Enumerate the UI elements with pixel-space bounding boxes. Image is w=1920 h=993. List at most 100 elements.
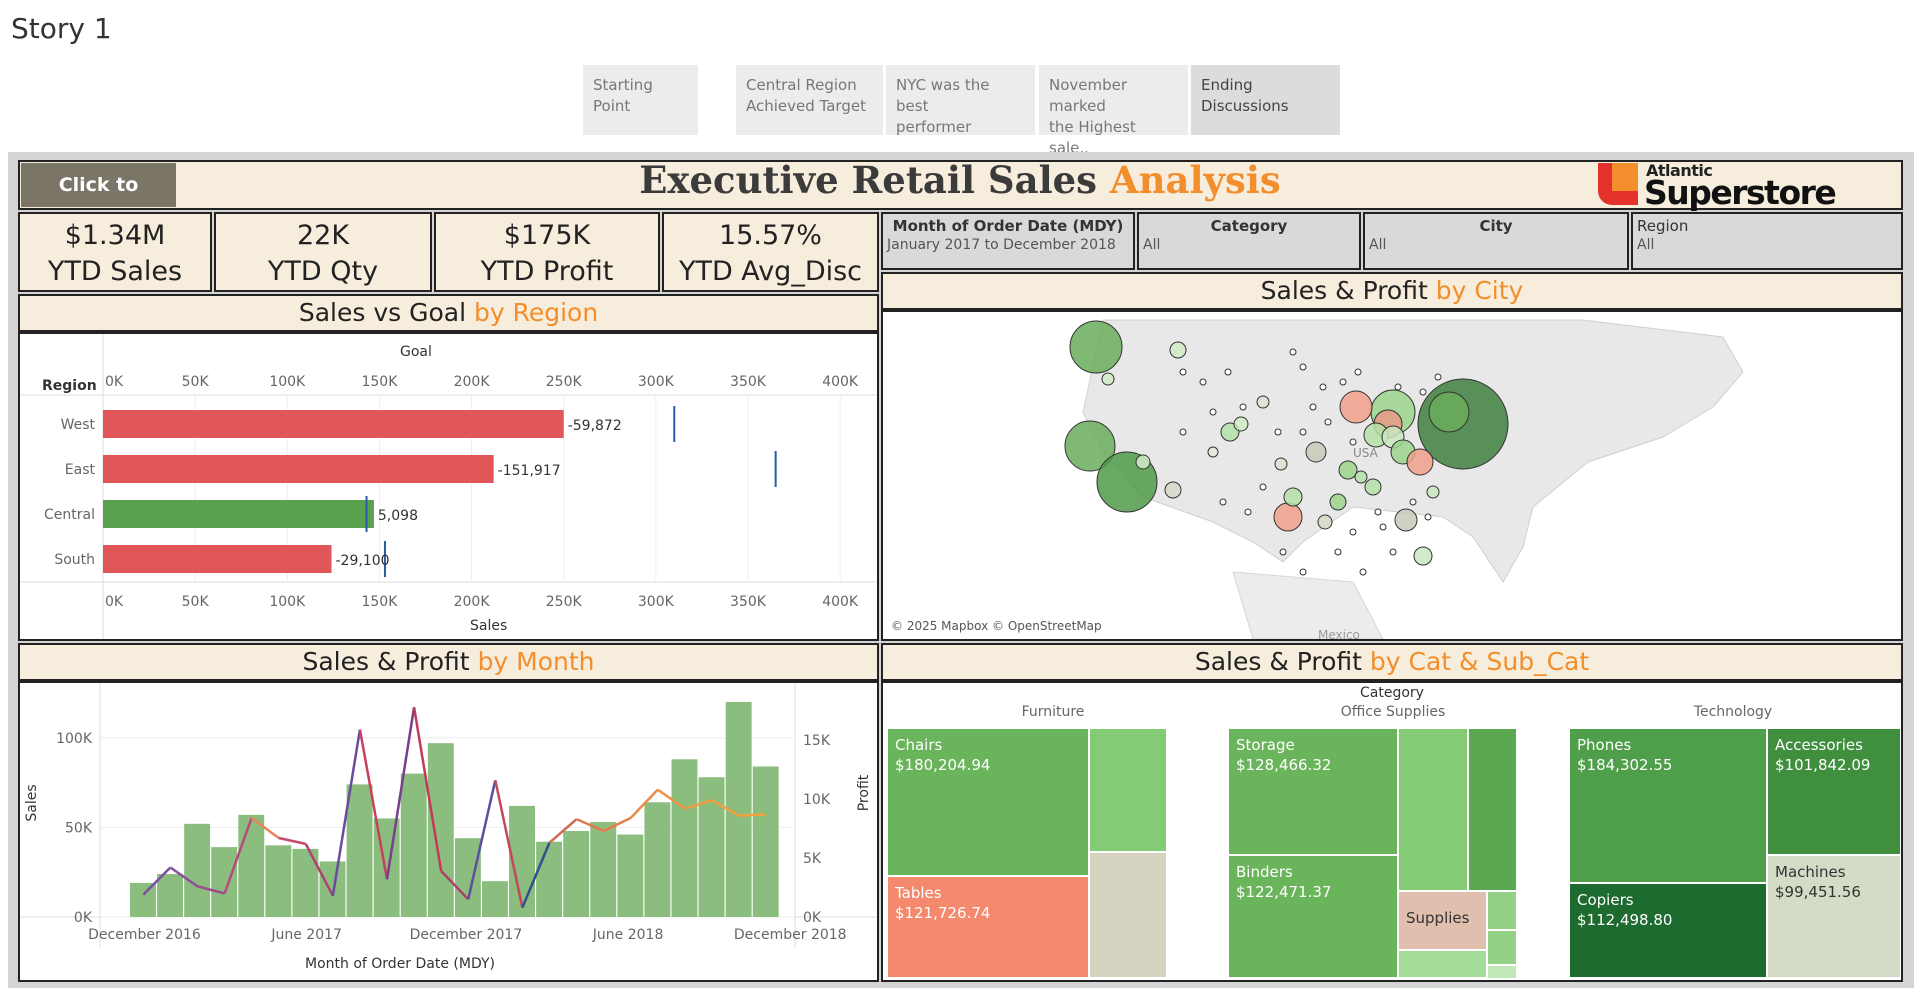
city-bubble — [1428, 391, 1470, 433]
treemap-cell-supplies[interactable]: Supplies — [1399, 892, 1486, 949]
top-tick-label: 50K — [182, 374, 210, 390]
difference-label: -29,100 — [336, 553, 390, 569]
y2-tick-label: 5K — [803, 851, 822, 867]
sales-vs-goal-chart: Goal Region Sales 0K 0K 50K 50K 100K 100K 150K 150… — [20, 334, 877, 639]
sales-bar — [265, 845, 292, 917]
region-panel-header: Sales vs Goal by Region — [18, 294, 879, 332]
region-label: East — [65, 462, 96, 478]
filter-month-of-order-date[interactable]: Month of Order Date (MDY) January 2017 to… — [881, 212, 1135, 270]
sales-bar — [698, 777, 725, 917]
treemap-cell-furniture-small[interactable] — [1090, 853, 1166, 977]
sales-axis-title: Sales — [470, 618, 507, 634]
city-bubble — [1164, 481, 1182, 499]
sales-bar — [536, 841, 563, 917]
y2-tick-label: 15K — [803, 733, 831, 749]
city-map-panel[interactable]: USA Mexico © 2025 Mapbox © OpenStreetMap — [881, 310, 1903, 642]
city-bubble — [1317, 514, 1333, 530]
kpi-ytd-qty: 22K YTD Qty — [214, 212, 432, 292]
city-bubble — [1329, 493, 1347, 511]
treemap-cell-office-other[interactable] — [1399, 729, 1467, 890]
city-bubble-small — [1374, 508, 1382, 516]
city-bubble — [1233, 416, 1249, 432]
filter-region[interactable]: Region All — [1631, 212, 1903, 270]
bottom-tick-label: 300K — [638, 594, 675, 610]
city-bubble-small — [1244, 508, 1252, 516]
y2-tick-label: 0K — [803, 910, 822, 926]
story-point-3[interactable]: NYC was the best performer — [886, 65, 1035, 136]
story-point-4[interactable]: November marked the Highest sale.. — [1039, 65, 1188, 157]
bottom-tick-label: 250K — [546, 594, 583, 610]
treemap-cell-office-tiny4[interactable] — [1488, 966, 1516, 978]
region-axis-title: Region — [42, 378, 97, 394]
treemap-cell-storage[interactable]: Storage $128,466.32 — [1229, 729, 1397, 854]
top-tick-label: 400K — [822, 374, 859, 390]
city-map[interactable]: USA Mexico © 2025 Mapbox © OpenStreetMap — [883, 312, 1901, 642]
city-bubble — [1256, 395, 1270, 409]
treemap-cell-furniture-other[interactable] — [1090, 729, 1166, 851]
treemap-cell-binders[interactable]: Binders $122,471.37 — [1229, 856, 1397, 977]
story-point-5[interactable]: Ending Discussions — [1191, 65, 1340, 135]
city-bubble-small — [1259, 483, 1267, 491]
filter-city[interactable]: City All — [1363, 212, 1629, 270]
city-bubble-small — [1209, 408, 1217, 416]
story-title: Story 1 — [11, 12, 112, 45]
story-point-label: Central Region — [746, 76, 857, 94]
sales-bar — [346, 784, 373, 917]
treemap-category-label: Category — [1360, 685, 1424, 701]
sales-vs-goal-panel: Goal Region Sales 0K 0K 50K 50K 100K 100K 150K 150… — [18, 332, 879, 641]
treemap-cell-accessories[interactable]: Accessories $101,842.09 — [1768, 729, 1900, 854]
treemap-cell-office-tiny[interactable] — [1488, 892, 1516, 929]
city-bubble-small — [1319, 383, 1327, 391]
sales-bar — [427, 743, 454, 917]
city-bubble-small — [1359, 568, 1367, 576]
city-bubble-small — [1354, 368, 1362, 376]
city-bubble-small — [1199, 378, 1207, 386]
region-label: West — [61, 417, 96, 433]
story-point-2[interactable]: Central Region Achieved Target — [736, 65, 883, 135]
treemap-cell-tables[interactable]: Tables $121,726.74 — [888, 877, 1088, 977]
treemap-cell-chairs[interactable]: Chairs $180,204.94 — [888, 729, 1088, 875]
bottom-tick-label: 400K — [822, 594, 859, 610]
x-tick-label: June 2018 — [592, 927, 664, 943]
city-bubble-small — [1424, 513, 1432, 521]
sales-bar — [238, 814, 265, 917]
treemap-header-office-supplies: Office Supplies — [1340, 704, 1446, 720]
city-bubble-small — [1239, 403, 1247, 411]
sales-profit-month-panel: 0K 50K 100K 0K 5K 10K 15K Sales Profit December 2… — [18, 681, 879, 982]
treemap-cell-office-tiny2[interactable] — [1488, 931, 1516, 964]
filter-category[interactable]: Category All — [1137, 212, 1361, 270]
treemap-cell-office-tiny3[interactable] — [1399, 951, 1486, 977]
profit-line-segment — [278, 836, 307, 846]
sales-bar — [103, 500, 374, 528]
bottom-tick-label: 150K — [361, 594, 398, 610]
difference-label: -59,872 — [568, 418, 622, 434]
treemap-cell-machines[interactable]: Machines $99,451.56 — [1768, 856, 1900, 977]
city-bubble — [1338, 460, 1358, 480]
treemap-cell-copiers[interactable]: Copiers $112,498.80 — [1570, 884, 1766, 977]
sales-bar — [184, 823, 211, 917]
story-point-label: NYC was the best — [896, 76, 990, 115]
treemap-header-technology: Technology — [1693, 704, 1773, 720]
y-tick-label: 100K — [56, 731, 93, 747]
city-bubble-small — [1299, 428, 1307, 436]
sales-bar — [590, 822, 617, 917]
city-bubble-small — [1274, 428, 1282, 436]
sales-axis-title: Sales — [24, 784, 40, 821]
city-bubble — [1354, 470, 1368, 484]
top-tick-label: 200K — [454, 374, 491, 390]
sales-bar — [563, 830, 590, 917]
bottom-tick-label: 100K — [269, 594, 306, 610]
month-panel-header: Sales & Profit by Month — [18, 643, 879, 681]
city-bubble — [1339, 390, 1373, 424]
treemap-cell-phones[interactable]: Phones $184,302.55 — [1570, 729, 1766, 882]
city-bubble — [1274, 457, 1288, 471]
sales-profit-month-chart: 0K 50K 100K 0K 5K 10K 15K Sales Profit December 2… — [20, 683, 877, 972]
difference-label: 5,098 — [378, 508, 418, 524]
sales-bar — [211, 847, 238, 917]
story-point-1[interactable]: Starting Point — [583, 65, 698, 135]
treemap-cell-office-other2[interactable] — [1469, 729, 1516, 890]
story-point-label: performer — [896, 118, 972, 136]
city-bubble — [1069, 320, 1123, 374]
city-bubble-small — [1434, 373, 1442, 381]
story-point-label: Achieved Target — [746, 97, 866, 115]
